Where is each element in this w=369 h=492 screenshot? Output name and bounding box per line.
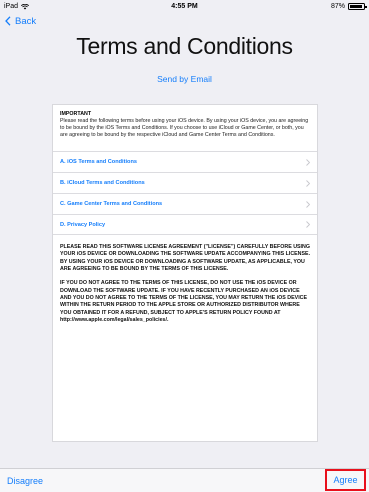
disagree-button[interactable]: Disagree — [7, 476, 43, 486]
agree-button[interactable]: Agree — [325, 469, 366, 491]
link-icloud-terms[interactable]: B. iCloud Terms and Conditions — [53, 172, 317, 193]
license-text: PLEASE READ THIS SOFTWARE LICENSE AGREEM… — [60, 244, 311, 332]
status-bar: iPad 4:55 PM 87% — [0, 0, 369, 13]
battery-icon — [348, 3, 367, 10]
battery-indicator: 87% — [330, 0, 367, 13]
license-paragraph-1: PLEASE READ THIS SOFTWARE LICENSE AGREEM… — [60, 244, 311, 272]
chevron-right-icon — [306, 221, 310, 228]
page-title: Terms and Conditions — [76, 33, 293, 59]
battery-percent: 87% — [330, 3, 345, 10]
link-label: D. Privacy Policy — [60, 221, 106, 228]
license-paragraph-2: IF YOU DO NOT AGREE TO THE TERMS OF THIS… — [60, 280, 308, 323]
terms-card: IMPORTANT Please read the following term… — [52, 104, 318, 442]
bottom-toolbar: Disagree Agree — [0, 468, 369, 492]
terms-links-list: A. iOS Terms and Conditions B. iCloud Te… — [53, 151, 317, 235]
chevron-right-icon — [306, 200, 310, 208]
send-by-email-link[interactable]: Send by Email — [0, 74, 369, 84]
back-label: Back — [15, 15, 37, 27]
link-label: A. iOS Terms and Conditions — [60, 159, 137, 165]
status-time: 4:55 PM — [171, 3, 198, 10]
link-game-center-terms[interactable]: C. Game Center Terms and Conditions — [53, 193, 317, 214]
link-privacy-policy[interactable]: D. Privacy Policy — [53, 214, 317, 235]
back-button[interactable]: Back — [5, 14, 36, 28]
chevron-left-icon — [5, 16, 11, 26]
chevron-right-icon — [306, 158, 310, 166]
link-label: C. Game Center Terms and Conditions — [60, 201, 163, 207]
link-label: B. iCloud Terms and Conditions — [60, 180, 145, 186]
chevron-right-icon — [306, 179, 310, 187]
link-ios-terms[interactable]: A. iOS Terms and Conditions — [53, 151, 317, 172]
important-heading: IMPORTANT — [60, 111, 92, 117]
important-text: Please read the following terms before u… — [60, 118, 309, 138]
important-block: IMPORTANT Please read the following term… — [60, 111, 311, 139]
